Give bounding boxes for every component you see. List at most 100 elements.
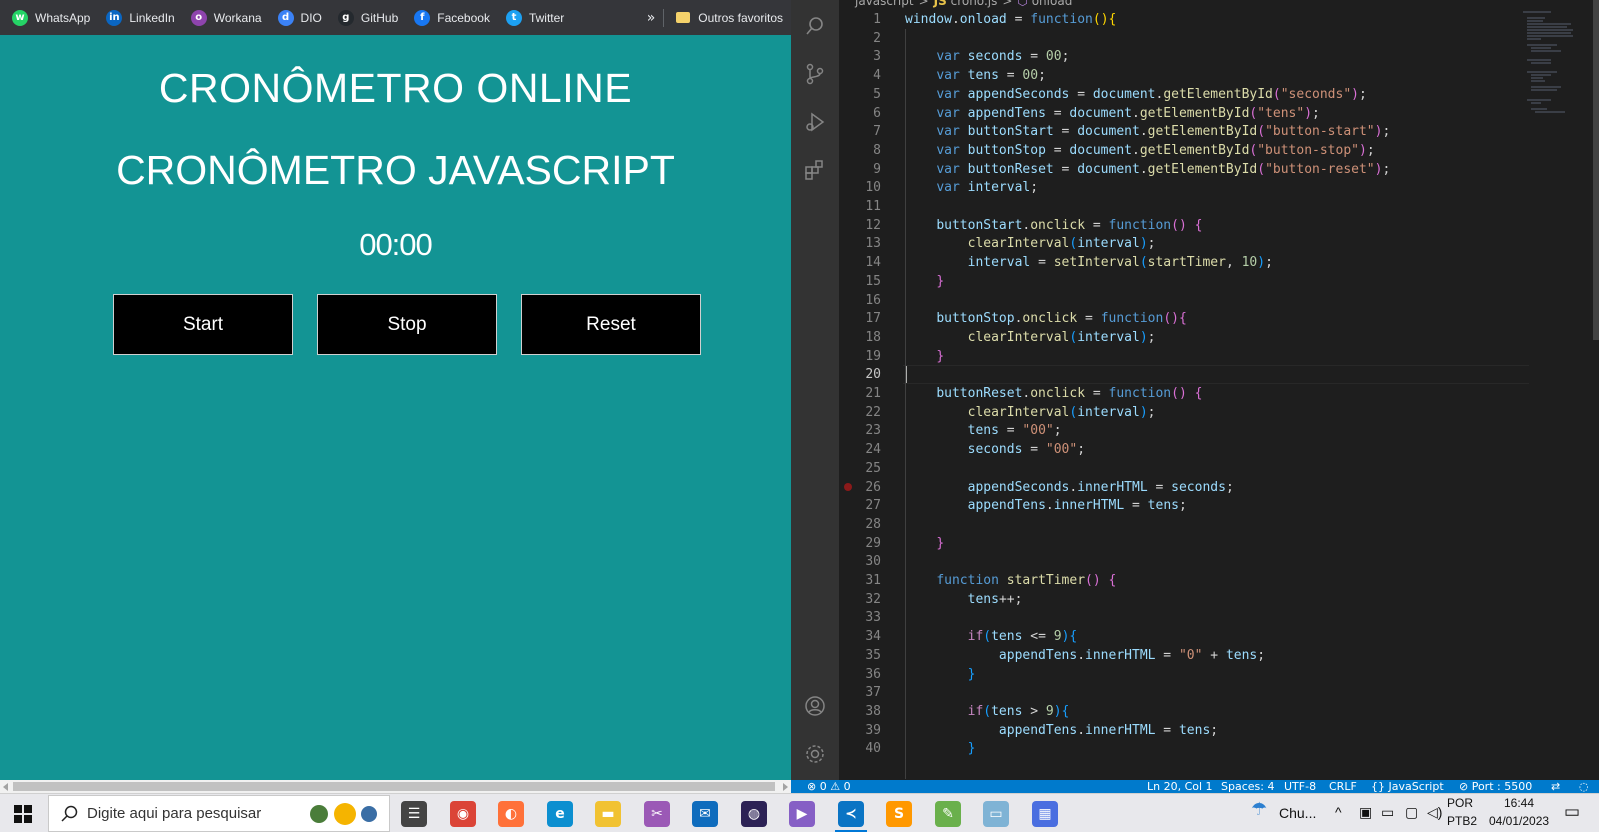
- visual-studio-icon[interactable]: ▶: [780, 794, 824, 832]
- scroll-right-icon[interactable]: [783, 783, 788, 791]
- notes-icon[interactable]: ▭: [974, 794, 1018, 832]
- taskbar-search-input[interactable]: Digite aqui para pesquisar: [48, 795, 390, 832]
- code-line[interactable]: 35 appendTens.innerHTML = "0" + tens;: [839, 646, 1539, 665]
- code-line[interactable]: 2: [839, 29, 1539, 48]
- code-line[interactable]: 9 var buttonReset = document.getElementB…: [839, 160, 1539, 179]
- indentation-status[interactable]: Spaces: 4: [1221, 780, 1274, 793]
- code-line[interactable]: 28: [839, 515, 1539, 534]
- code-line[interactable]: 29 }: [839, 534, 1539, 553]
- snipping-tool-icon[interactable]: ✂: [635, 794, 679, 832]
- problems-indicator[interactable]: ⊗ 0 ⚠ 0: [807, 780, 851, 793]
- code-line[interactable]: 17 buttonStop.onclick = function(){: [839, 309, 1539, 328]
- code-line[interactable]: 21 buttonReset.onclick = function() {: [839, 384, 1539, 403]
- code-line[interactable]: 31 function startTimer() {: [839, 571, 1539, 590]
- weather-label[interactable]: Chu...: [1279, 805, 1316, 821]
- code-line[interactable]: 6 var appendTens = document.getElementBy…: [839, 104, 1539, 123]
- code-line[interactable]: 4 var tens = 00;: [839, 66, 1539, 85]
- edge-icon[interactable]: e: [538, 794, 582, 832]
- bookmark-workana[interactable]: o Workana: [190, 6, 262, 30]
- code-line[interactable]: 11: [839, 197, 1539, 216]
- language-bottom[interactable]: PTB2: [1447, 814, 1477, 828]
- eol-status[interactable]: CRLF: [1329, 780, 1357, 793]
- breadcrumb-file[interactable]: crono.js: [951, 0, 998, 8]
- cursor-position[interactable]: Ln 20, Col 1: [1147, 780, 1213, 793]
- code-line[interactable]: 38 if(tens > 9){: [839, 702, 1539, 721]
- scrollbar-thumb[interactable]: [13, 782, 775, 791]
- notifications-icon[interactable]: ⇄: [1551, 780, 1560, 793]
- file-explorer-icon[interactable]: ▬: [586, 794, 630, 832]
- bookmarks-more-button[interactable]: »: [647, 10, 656, 26]
- code-line[interactable]: 7 var buttonStart = document.getElementB…: [839, 122, 1539, 141]
- breadcrumb-symbol[interactable]: onload: [1032, 0, 1073, 8]
- bookmark-linkedin[interactable]: in LinkedIn: [106, 6, 175, 30]
- stop-button[interactable]: Stop: [317, 294, 497, 355]
- code-line[interactable]: 12 buttonStart.onclick = function() {: [839, 216, 1539, 235]
- code-line[interactable]: 8 var buttonStop = document.getElementBy…: [839, 141, 1539, 160]
- code-line[interactable]: 3 var seconds = 00;: [839, 47, 1539, 66]
- display-icon[interactable]: ▢: [1405, 804, 1418, 821]
- bookmark-dio[interactable]: d DIO: [277, 6, 322, 30]
- vscode-icon[interactable]: ≺: [829, 794, 873, 832]
- code-line[interactable]: 34 if(tens <= 9){: [839, 627, 1539, 646]
- code-editor[interactable]: 1 window.onload = function(){2 3 var secon…: [839, 10, 1539, 780]
- encoding-status[interactable]: UTF-8: [1284, 780, 1316, 793]
- search-icon[interactable]: [791, 6, 839, 46]
- reset-button[interactable]: Reset: [521, 294, 701, 355]
- code-line[interactable]: 10 var interval;: [839, 178, 1539, 197]
- other-bookmarks-folder[interactable]: Outros favoritos: [676, 11, 783, 25]
- code-line[interactable]: 15 }: [839, 272, 1539, 291]
- code-line[interactable]: 18 clearInterval(interval);: [839, 328, 1539, 347]
- weather-icon[interactable]: ☂: [1251, 799, 1267, 820]
- code-line[interactable]: 23 tens = "00";: [839, 421, 1539, 440]
- code-line[interactable]: 22 clearInterval(interval);: [839, 403, 1539, 422]
- code-line[interactable]: 19 }: [839, 347, 1539, 366]
- code-line[interactable]: 13 clearInterval(interval);: [839, 234, 1539, 253]
- start-button[interactable]: [0, 794, 46, 832]
- scroll-left-icon[interactable]: [3, 783, 8, 791]
- run-debug-icon[interactable]: [791, 102, 839, 142]
- bookmark-twitter[interactable]: t Twitter: [505, 6, 564, 30]
- chrome-icon[interactable]: ◉: [441, 794, 485, 832]
- code-line[interactable]: 40 }: [839, 739, 1539, 758]
- code-line[interactable]: 16: [839, 291, 1539, 310]
- notification-center-icon[interactable]: ▭: [1564, 802, 1580, 822]
- code-line[interactable]: 32 tens++;: [839, 590, 1539, 609]
- bell-icon[interactable]: ◌: [1579, 780, 1589, 793]
- account-icon[interactable]: [791, 686, 839, 726]
- clock-time[interactable]: 16:44: [1504, 796, 1534, 810]
- code-line[interactable]: 39 appendTens.innerHTML = tens;: [839, 721, 1539, 740]
- bookmark-facebook[interactable]: f Facebook: [414, 6, 490, 30]
- code-line[interactable]: 37: [839, 683, 1539, 702]
- extensions-icon[interactable]: [791, 150, 839, 190]
- code-line[interactable]: 36 }: [839, 665, 1539, 684]
- mail-icon[interactable]: ✉: [683, 794, 727, 832]
- code-line[interactable]: 24 seconds = "00";: [839, 440, 1539, 459]
- language-top[interactable]: POR: [1447, 796, 1473, 810]
- code-line[interactable]: 33: [839, 608, 1539, 627]
- code-line[interactable]: 25: [839, 459, 1539, 478]
- notepad-plus-icon[interactable]: ✎: [926, 794, 970, 832]
- network-icon[interactable]: ▭: [1381, 804, 1394, 821]
- settings-gear-icon[interactable]: [791, 734, 839, 774]
- code-line[interactable]: 26 appendSeconds.innerHTML = seconds;: [839, 478, 1539, 497]
- chevron-up-icon[interactable]: ^: [1335, 804, 1342, 820]
- task-view-icon[interactable]: ☰: [392, 794, 436, 832]
- code-line[interactable]: 30: [839, 552, 1539, 571]
- horizontal-scrollbar[interactable]: [0, 780, 791, 793]
- volume-icon[interactable]: ◁): [1427, 804, 1442, 821]
- code-line[interactable]: 5 var appendSeconds = document.getElemen…: [839, 85, 1539, 104]
- start-button[interactable]: Start: [113, 294, 293, 355]
- firefox-icon[interactable]: ◐: [489, 794, 533, 832]
- code-line[interactable]: 1 window.onload = function(){: [839, 10, 1539, 29]
- bookmark-github[interactable]: g GitHub: [337, 6, 398, 30]
- code-line[interactable]: 14 interval = setInterval(startTimer, 10…: [839, 253, 1539, 272]
- language-mode[interactable]: {} JavaScript: [1371, 780, 1444, 793]
- code-line[interactable]: 20: [839, 365, 1539, 384]
- minimap[interactable]: [1521, 8, 1591, 118]
- live-server-port[interactable]: ⊘ Port : 5500: [1459, 780, 1532, 793]
- editor-scrollbar[interactable]: [1593, 0, 1599, 340]
- calculator-icon[interactable]: ▦: [1023, 794, 1067, 832]
- source-control-icon[interactable]: [791, 54, 839, 94]
- sublime-icon[interactable]: S: [877, 794, 921, 832]
- bookmark-whatsapp[interactable]: w WhatsApp: [12, 6, 90, 30]
